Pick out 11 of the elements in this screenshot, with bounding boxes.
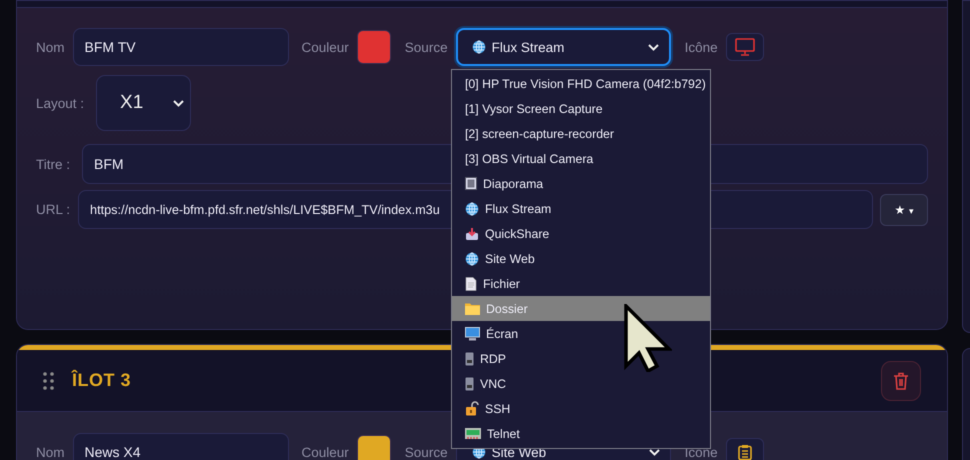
field-label: Icône [684, 40, 718, 54]
field-label: URL : [36, 202, 70, 217]
field-label: Nom [36, 40, 65, 54]
field-label: Couleur [302, 444, 349, 460]
field-label: Couleur [302, 40, 349, 54]
card-title: ÎLOT 3 [72, 370, 132, 391]
field-label: Source [404, 444, 448, 460]
field-label: Titre : [36, 156, 70, 172]
field-label: Nom [36, 444, 65, 460]
field-label: Source [404, 40, 448, 54]
field-label: Layout : [36, 96, 84, 110]
